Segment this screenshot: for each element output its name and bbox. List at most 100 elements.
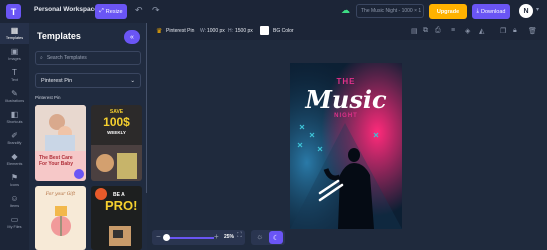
section-label: Pinterest Pin	[35, 95, 61, 100]
design-canvas[interactable]: THE Music NIGHT	[290, 63, 402, 229]
undo-icon[interactable]: ↶	[135, 5, 143, 16]
align-icon[interactable]: ≡	[451, 27, 455, 34]
rail-label: Text	[11, 78, 18, 82]
chevron-down-icon[interactable]: ▾	[536, 6, 539, 13]
download-label: Download	[480, 8, 506, 15]
rail-item-items[interactable]: ☺ Items	[0, 191, 29, 212]
left-rail: ▦ Templates ▣ Images T Text ✎ Illustrations …	[0, 23, 30, 250]
rail-item-shortcuts[interactable]: ◧ Shortcuts	[0, 107, 29, 128]
print-icon[interactable]: ⎙	[435, 27, 441, 35]
fit-screen-icon[interactable]: ⛶	[237, 232, 242, 240]
my-files-icon: ▭	[10, 215, 19, 224]
moon-icon[interactable]: ☾	[269, 231, 283, 244]
app-logo[interactable]: T	[6, 4, 21, 19]
template-type-select[interactable]: Pinterest Pin ⌄	[35, 73, 141, 88]
rail-item-templates[interactable]: ▦ Templates	[0, 23, 29, 44]
zoom-slider[interactable]	[166, 237, 214, 239]
thumb-text: The Best Care For Your Baby	[39, 155, 73, 167]
templates-icon: ▦	[10, 26, 19, 35]
bg-color-swatch[interactable]	[260, 26, 269, 35]
poster-title-night[interactable]: NIGHT	[290, 113, 402, 119]
layers-icon[interactable]: ◈	[465, 27, 470, 35]
template-thumb-baby-care[interactable]: The Best Care For Your Baby	[35, 105, 86, 181]
template-thumb-be-a-pro[interactable]: BE A PRO!	[91, 186, 142, 250]
height-label: H:	[228, 28, 233, 34]
zoom-slider-handle[interactable]	[163, 234, 170, 241]
rail-label: Shortcuts	[6, 120, 23, 124]
cloud-saved-icon: ☁	[341, 5, 350, 15]
illustrations-icon: ✎	[11, 89, 18, 98]
poster-title-music[interactable]: Music	[290, 85, 402, 114]
rail-item-my-files[interactable]: ▭ My Files	[0, 212, 29, 233]
chevron-down-icon: ⌄	[130, 77, 135, 84]
copy-icon[interactable]: ⧉	[423, 27, 428, 35]
search-input[interactable]: ⌕ Search Templates	[35, 51, 141, 65]
rail-label: Elements	[6, 162, 23, 166]
flip-icon[interactable]: ◭	[479, 27, 484, 35]
rail-item-text[interactable]: T Text	[0, 65, 29, 86]
rail-label: My Files	[7, 225, 22, 229]
rail-label: Icons	[9, 183, 20, 187]
brandify-icon: ✐	[11, 131, 18, 140]
select-value: Pinterest Pin	[41, 77, 73, 84]
zoom-bar: − + 25% ⛶	[152, 230, 245, 245]
zoom-out-icon[interactable]: −	[156, 232, 161, 241]
format-label[interactable]: Pinterest Pin	[166, 28, 194, 34]
zoom-value: 25%	[224, 234, 235, 240]
workspace-title[interactable]: Personal Workspace	[34, 6, 98, 13]
baby-photo	[35, 105, 86, 179]
elements-icon: ◆	[11, 152, 18, 161]
height-input[interactable]: 1500 px	[235, 28, 253, 34]
thumb-text-big: PRO!	[105, 198, 138, 213]
resize-button[interactable]: ⤢ Resize	[95, 4, 127, 19]
template-thumb-save[interactable]: SAVE 100$ WEEKLY	[91, 105, 142, 181]
search-icon: ⌕	[40, 55, 43, 61]
rail-item-brandify[interactable]: ✐ Brandify	[0, 128, 29, 149]
width-label: W:	[200, 28, 207, 34]
download-button[interactable]: ⤓ Download	[472, 4, 510, 19]
trash-icon[interactable]: 🗑︎	[528, 27, 537, 35]
collapse-panel-button[interactable]: «	[124, 30, 140, 44]
crown-icon: ♛	[156, 28, 163, 35]
logo-glyph: T	[10, 6, 17, 17]
rail-item-illustrations[interactable]: ✎ Illustrations	[0, 86, 29, 107]
thumb-text: For your Gift	[45, 192, 76, 197]
rail-label: Brandify	[7, 141, 22, 145]
thumb-text-sub: WEEKLY	[107, 130, 126, 135]
top-bar: T Personal Workspace ⤢ Resize ↶ ↷ ☁ The …	[0, 0, 547, 24]
thumb-text-big: 100$	[103, 115, 130, 129]
canvas-toolbar: ♛ Pinterest Pin W: 1000 px H: 1500 px BG…	[147, 23, 547, 41]
search-placeholder: Search Templates	[46, 55, 87, 61]
theme-toggle: ☼ ☾	[251, 230, 285, 245]
download-icon: ⤓	[476, 8, 479, 14]
document-title-input[interactable]: The Music Night - 1000 × 1	[356, 4, 424, 18]
grid-icon[interactable]: ▤	[411, 27, 418, 35]
duplicate-icon[interactable]: ❐	[500, 27, 506, 35]
rail-label: Items	[9, 204, 20, 208]
images-icon: ▣	[10, 47, 19, 56]
text-icon: T	[12, 68, 17, 77]
rail-label: Illustrations	[4, 99, 25, 103]
sun-icon[interactable]: ☼	[256, 232, 263, 241]
zoom-in-icon[interactable]: +	[214, 232, 219, 241]
bg-color-label[interactable]: BG Color	[273, 28, 294, 34]
rail-item-elements[interactable]: ◆ Elements	[0, 149, 29, 170]
redo-icon[interactable]: ↷	[152, 5, 160, 16]
width-input[interactable]: 1000 px	[207, 28, 225, 34]
upgrade-button[interactable]: Upgrade	[429, 4, 467, 19]
panel-title: Templates	[37, 31, 81, 41]
chevrons-left-icon: «	[130, 33, 134, 41]
rail-item-icons[interactable]: ⚑ Icons	[0, 170, 29, 191]
lock-icon[interactable]: 🔒︎	[513, 27, 517, 35]
items-icon: ☺	[10, 194, 19, 203]
icons-icon: ⚑	[10, 173, 19, 182]
rail-label: Templates	[5, 36, 24, 40]
avatar[interactable]: N	[519, 4, 533, 18]
templates-panel: Templates ⌕ Search Templates Pinterest P…	[29, 23, 147, 250]
resize-icon: ⤢	[99, 8, 104, 14]
resize-label: Resize	[105, 8, 123, 15]
template-thumb-gift[interactable]: For your Gift	[35, 186, 86, 250]
rail-label: Images	[8, 57, 21, 61]
rail-item-images[interactable]: ▣ Images	[0, 44, 29, 65]
shortcuts-icon: ◧	[10, 110, 19, 119]
